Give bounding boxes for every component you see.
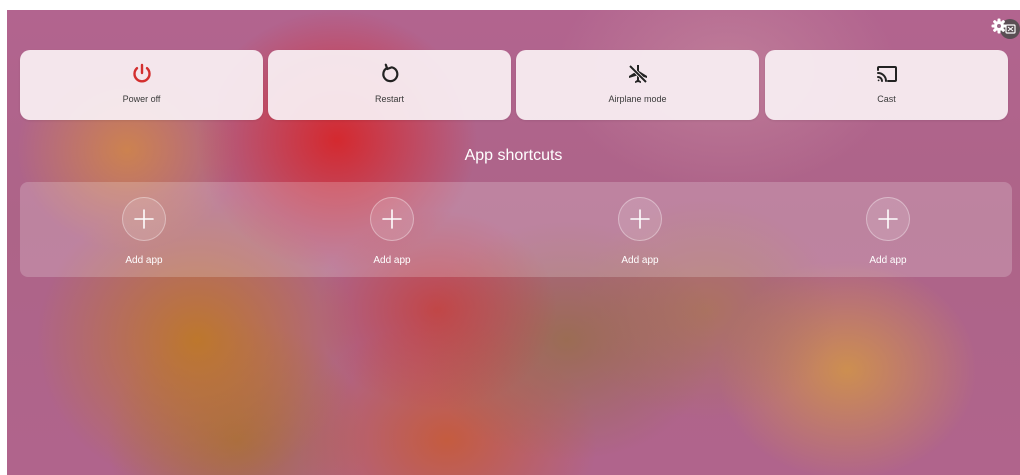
app-shortcuts-title: App shortcuts <box>464 147 563 164</box>
cast-button[interactable]: Cast <box>765 50 1008 120</box>
restart-label: Restart <box>374 94 404 104</box>
power-off-label: Power off <box>122 94 161 104</box>
quick-actions-row: Power off Restart Airplane mode Cast <box>20 50 1010 122</box>
settings-gear-icon[interactable] <box>990 16 1020 42</box>
app-shortcuts-panel: Add app Add app Add app Add app <box>20 182 1012 277</box>
airplane-mode-label: Airplane mode <box>608 94 667 104</box>
airplane-off-icon <box>626 62 650 86</box>
plus-icon <box>866 197 910 241</box>
add-app-slot-3[interactable]: Add app <box>516 182 764 277</box>
power-icon <box>130 62 154 86</box>
restart-button[interactable]: Restart <box>268 50 511 120</box>
add-app-slot-2[interactable]: Add app <box>268 182 516 277</box>
add-app-slot-4[interactable]: Add app <box>764 182 1012 277</box>
add-app-label: Add app <box>621 255 659 266</box>
airplane-mode-button[interactable]: Airplane mode <box>516 50 759 120</box>
plus-icon <box>370 197 414 241</box>
power-off-button[interactable]: Power off <box>20 50 263 120</box>
screen-background: Power off Restart Airplane mode Cast App… <box>7 10 1020 475</box>
plus-icon <box>618 197 662 241</box>
add-app-label: Add app <box>373 255 411 266</box>
cast-icon <box>875 62 899 86</box>
plus-icon <box>122 197 166 241</box>
add-app-label: Add app <box>125 255 163 266</box>
add-app-slot-1[interactable]: Add app <box>20 182 268 277</box>
add-app-label: Add app <box>869 255 907 266</box>
cast-label: Cast <box>877 94 896 104</box>
restart-icon <box>378 62 402 86</box>
